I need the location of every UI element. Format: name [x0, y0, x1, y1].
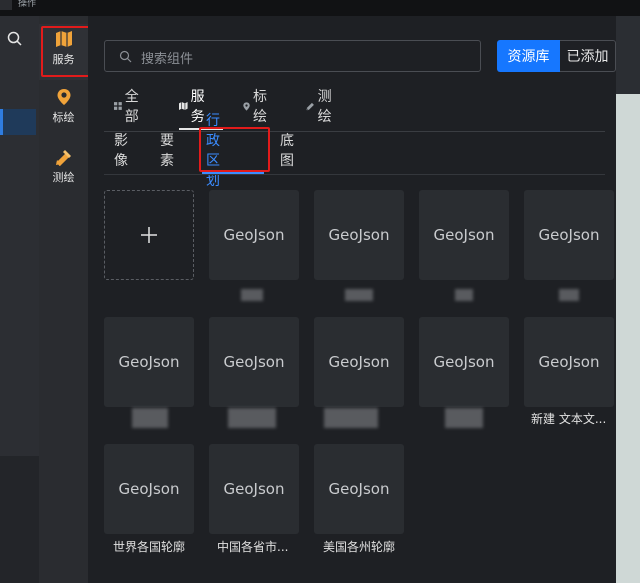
- left-column: [0, 16, 39, 583]
- card-caption: 美国各州轮廓: [323, 540, 396, 554]
- search-placeholder: 搜索组件: [141, 52, 194, 67]
- tab-all[interactable]: 全部: [114, 89, 143, 125]
- nav-item-measure[interactable]: 测绘: [39, 148, 88, 204]
- card-caption: 中国各省市...: [217, 540, 289, 554]
- top-bar-segment: [0, 0, 12, 10]
- subtab-imagery[interactable]: 影像: [114, 133, 128, 169]
- tab-service[interactable]: 服务: [179, 89, 209, 125]
- left-column-footer: [0, 456, 39, 583]
- blurred-caption: [324, 408, 378, 428]
- tab-measure[interactable]: 测绘: [306, 89, 336, 125]
- subtabs-divider: [104, 174, 605, 175]
- blurred-caption: [228, 408, 276, 428]
- tabs-divider: [104, 131, 605, 132]
- resource-library-button[interactable]: 资源库: [497, 40, 560, 72]
- subtab-features[interactable]: 要素: [160, 133, 174, 169]
- map-canvas-edge[interactable]: [616, 16, 640, 583]
- tab-plot[interactable]: 标绘: [243, 89, 271, 125]
- nav-item-plot[interactable]: 标绘: [39, 88, 88, 144]
- geojson-card[interactable]: GeoJson: [209, 317, 299, 407]
- selected-row-indicator: [0, 109, 3, 135]
- grid-icon: [114, 102, 122, 110]
- top-bar: 操作: [0, 0, 640, 16]
- component-panel: 搜索组件 资源库 已添加 全部 服务 标绘 测绘 影像 要素 行政区划 底图 G…: [88, 16, 640, 583]
- subtab-basemap[interactable]: 底图: [280, 133, 294, 169]
- nav-item-label: 标绘: [52, 111, 75, 124]
- highlight-box: [199, 127, 270, 172]
- geojson-card[interactable]: GeoJson: [524, 190, 614, 280]
- map-icon: [179, 102, 188, 110]
- tab-label: 全部: [124, 89, 139, 125]
- blurred-caption: [445, 408, 483, 428]
- added-button[interactable]: 已添加: [560, 40, 616, 72]
- location-pin-icon: [243, 101, 250, 111]
- tab-label: 测绘: [317, 89, 332, 125]
- blurred-caption: [345, 289, 373, 301]
- search-input[interactable]: 搜索组件: [104, 40, 481, 72]
- selected-row-highlight[interactable]: [0, 109, 36, 135]
- map-tile: [616, 94, 640, 583]
- geojson-card[interactable]: GeoJson: [314, 444, 404, 534]
- highlight-box: [41, 26, 95, 77]
- blurred-caption: [559, 289, 579, 301]
- search-icon[interactable]: [6, 30, 24, 48]
- plus-icon: [141, 227, 157, 243]
- tab-label: 标绘: [253, 89, 268, 125]
- icon-nav: 服务 标绘 测绘: [39, 16, 95, 583]
- geojson-card[interactable]: GeoJson: [314, 317, 404, 407]
- geojson-card[interactable]: GeoJson: [314, 190, 404, 280]
- geojson-card[interactable]: GeoJson: [104, 444, 194, 534]
- blurred-caption: [241, 289, 263, 301]
- geojson-card[interactable]: GeoJson: [209, 190, 299, 280]
- ruler-pencil-icon: [55, 150, 71, 166]
- geojson-card[interactable]: GeoJson: [419, 190, 509, 280]
- geojson-card[interactable]: GeoJson: [419, 317, 509, 407]
- geojson-card[interactable]: GeoJson: [209, 444, 299, 534]
- geojson-card[interactable]: GeoJson: [104, 317, 194, 407]
- geojson-card[interactable]: GeoJson: [524, 317, 614, 407]
- blurred-caption: [132, 408, 168, 428]
- add-component-card[interactable]: [104, 190, 194, 280]
- location-pin-icon: [57, 89, 70, 105]
- card-caption: 世界各国轮廓: [113, 540, 186, 554]
- app-root: 操作 服务 标绘 测绘 搜索组件 资源库 已添加 全部 服务 标绘 测绘 影像 …: [0, 0, 640, 583]
- search-icon: [119, 50, 132, 63]
- ruler-pencil-icon: [306, 102, 314, 110]
- nav-item-label: 测绘: [52, 171, 75, 184]
- top-bar-title: 操作: [18, 0, 37, 9]
- blurred-caption: [455, 289, 473, 301]
